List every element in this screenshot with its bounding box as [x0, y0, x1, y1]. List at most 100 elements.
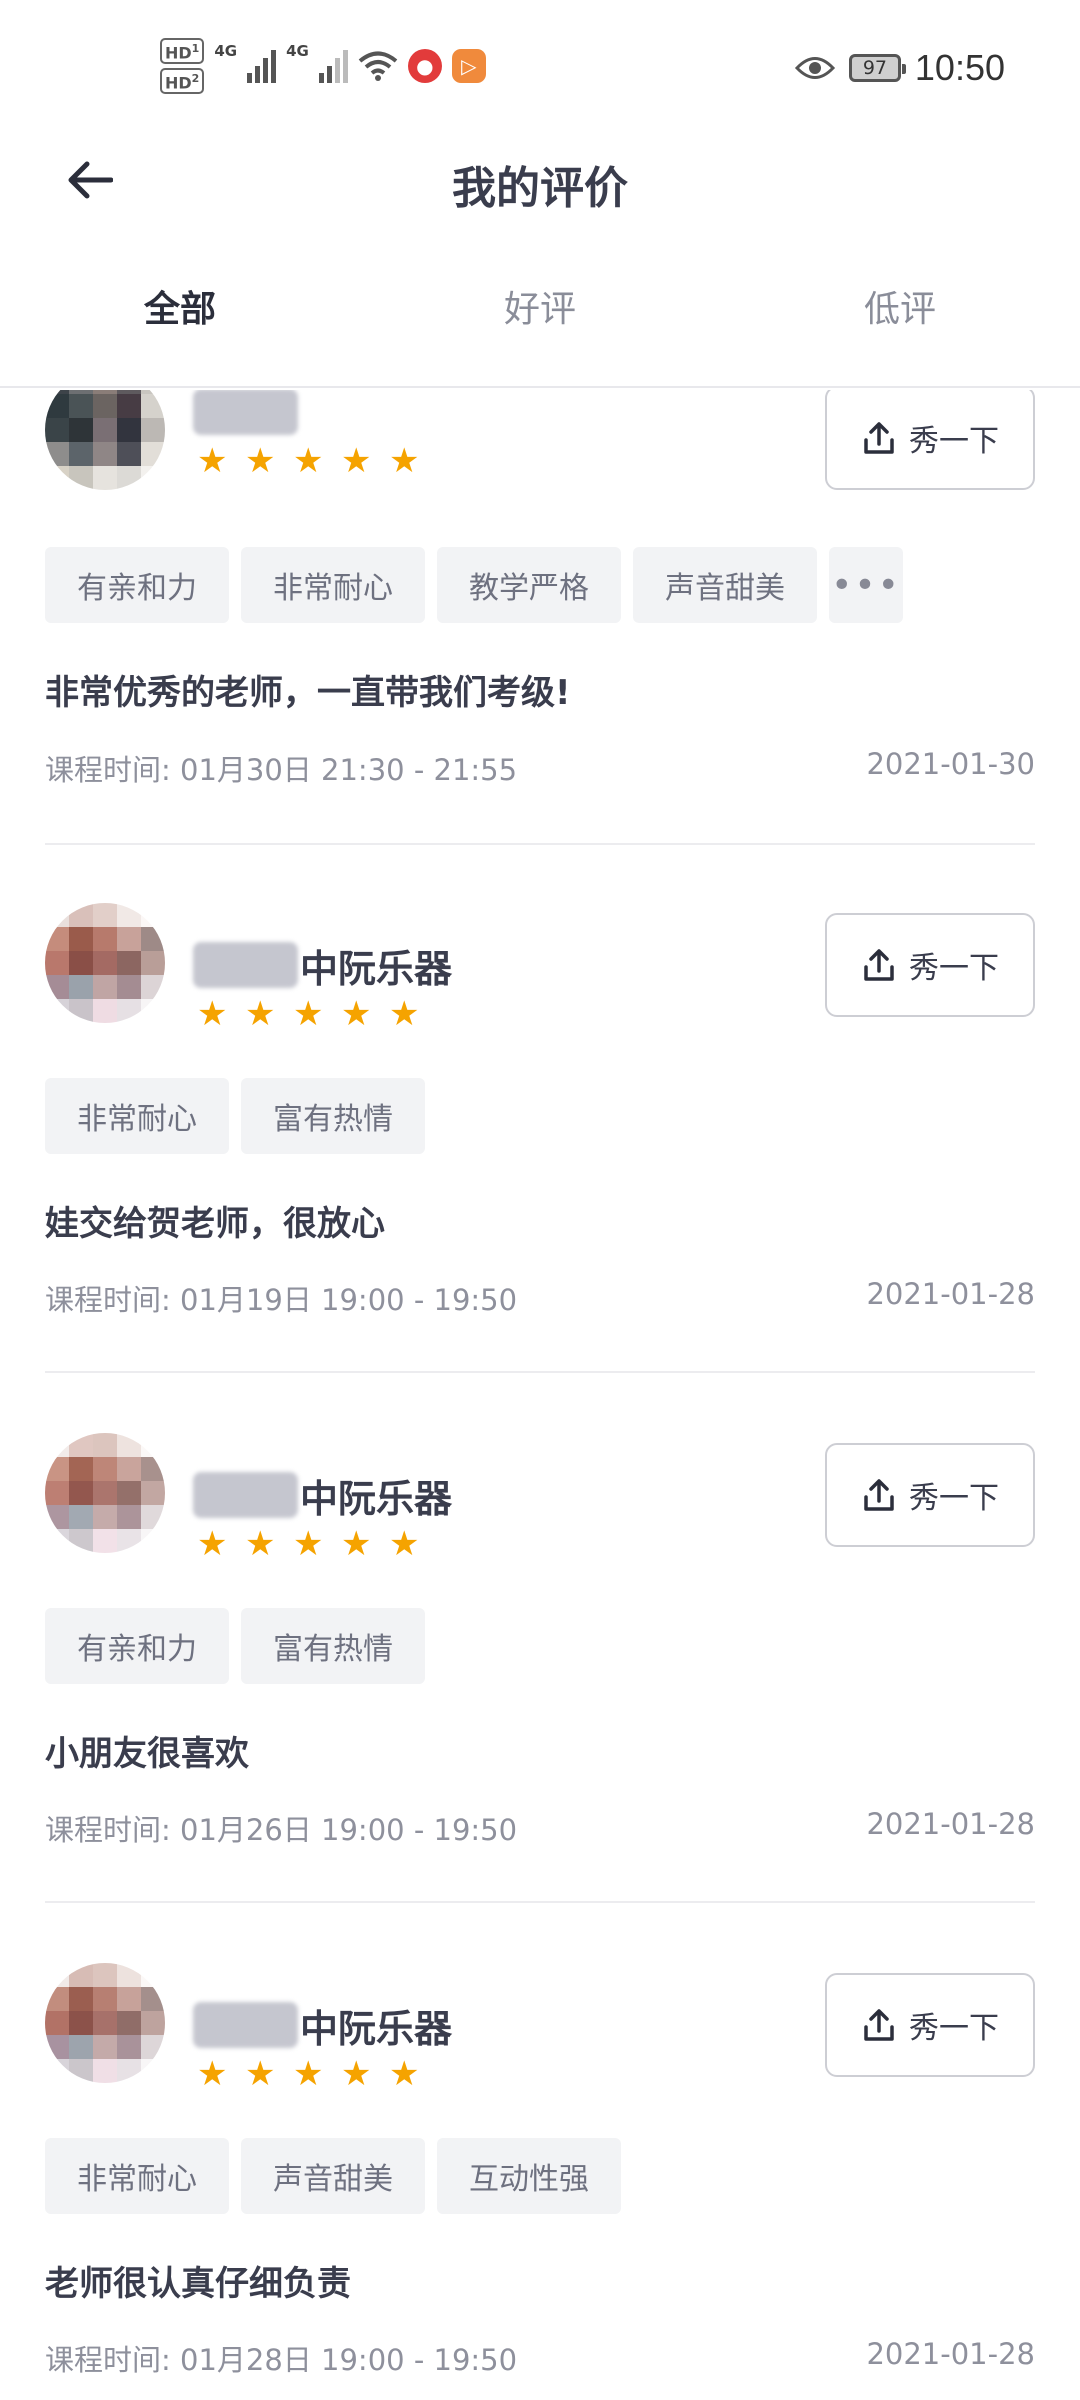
signal-strength-2-icon [318, 49, 348, 83]
share-button[interactable]: 秀一下 [825, 390, 1035, 490]
tag: 非常耐心 [45, 2138, 229, 2214]
network-type-2: 4G [286, 42, 309, 60]
tab-good[interactable]: 好评 [360, 270, 720, 386]
video-app-icon: ▷ [451, 49, 486, 83]
tag: 教学严格 [437, 547, 621, 623]
filter-tabs: 全部 好评 低评 [0, 270, 1080, 388]
network-type-1: 4G [214, 42, 238, 60]
tag-list: 非常耐心 富有热情 [45, 1078, 425, 1154]
wifi-icon [358, 51, 398, 81]
hd2-sub: 2 [191, 72, 200, 85]
share-button[interactable]: 秀一下 [825, 913, 1035, 1017]
status-left: HD1 HD2 4G 4G ● ▷ [160, 36, 486, 96]
teacher-name: 中阮乐器 [300, 946, 453, 991]
tag-list: 非常耐心 声音甜美 互动性强 [45, 2138, 621, 2214]
avatar [45, 1963, 165, 2083]
review-list[interactable]: ★ ★ ★ ★ ★ 秀一下 有亲和力 非常耐心 教学严格 声音甜美 ••• 非常优秀的老… [0, 390, 1080, 2400]
name-redaction [193, 2002, 298, 2048]
more-tags-button[interactable]: ••• [829, 547, 903, 623]
name-redaction [193, 390, 298, 435]
star-icon: ★ [197, 1524, 228, 1564]
avatar [45, 1433, 165, 1553]
tag: 声音甜美 [241, 2138, 425, 2214]
star-icon: ★ [197, 994, 228, 1034]
course-time-label: 课程时间: [45, 1813, 180, 1847]
hd1-indicator: HD1 [160, 37, 205, 64]
tab-low[interactable]: 低评 [720, 270, 1080, 386]
name-redaction [193, 1472, 298, 1518]
tab-all[interactable]: 全部 [0, 270, 360, 386]
share-button[interactable]: 秀一下 [825, 1443, 1035, 1547]
review-card: 中阮乐器 ★ ★ ★ ★ ★ 秀一下 有亲和力 富有热情 小朋友很喜欢 课程时间: 01… [45, 1373, 1035, 1903]
star-rating: ★ ★ ★ ★ ★ [197, 1524, 421, 1564]
course-time-value: 01月30日 21:30 - 21:55 [180, 753, 518, 787]
star-icon: ★ [341, 1524, 372, 1564]
review-card: 中阮乐器 ★ ★ ★ ★ ★ 秀一下 非常耐心 富有热情 娃交给贺老师，很放心 课程时间… [45, 843, 1035, 1373]
avatar [45, 390, 165, 490]
share-label: 秀一下 [909, 951, 999, 986]
review-meta: 课程时间: 01月28日 19:00 - 19:50 2021-01-28 [45, 2337, 1035, 2379]
star-icon: ★ [245, 1524, 276, 1564]
course-time: 课程时间: 01月28日 19:00 - 19:50 [45, 2337, 517, 2379]
teacher-name-row: 中阮乐器 [193, 1995, 452, 2055]
battery-level: 97 [862, 57, 887, 79]
review-date: 2021-01-30 [866, 747, 1035, 781]
star-rating: ★ ★ ★ ★ ★ [197, 2054, 421, 2094]
star-icon: ★ [197, 441, 228, 481]
hd-indicators: HD1 HD2 [160, 37, 205, 95]
clock: 10:50 [914, 47, 1005, 88]
signal-strength-1-icon [247, 49, 277, 83]
hd2-indicator: HD2 [160, 68, 205, 95]
share-upload-icon [864, 949, 894, 981]
course-time: 课程时间: 01月26日 19:00 - 19:50 [45, 1807, 517, 1849]
tag: 有亲和力 [45, 547, 229, 623]
review-date: 2021-01-28 [866, 2337, 1035, 2371]
star-icon: ★ [341, 441, 372, 481]
course-time-value: 01月26日 19:00 - 19:50 [180, 1813, 518, 1847]
tag: 互动性强 [437, 2138, 621, 2214]
teacher-name-row: 中阮乐器 [193, 1465, 452, 1525]
eye-comfort-icon [794, 57, 835, 79]
course-time-label: 课程时间: [45, 2343, 180, 2377]
tag: 有亲和力 [45, 1608, 229, 1684]
star-icon: ★ [341, 994, 372, 1034]
review-meta: 课程时间: 01月26日 19:00 - 19:50 2021-01-28 [45, 1807, 1035, 1849]
star-icon: ★ [389, 1524, 420, 1564]
share-label: 秀一下 [909, 424, 999, 459]
share-upload-icon [864, 1479, 894, 1511]
star-icon: ★ [389, 994, 420, 1034]
course-time-value: 01月19日 19:00 - 19:50 [180, 1283, 518, 1317]
avatar [45, 903, 165, 1023]
review-meta: 课程时间: 01月30日 21:30 - 21:55 2021-01-30 [45, 747, 1035, 789]
star-icon: ★ [293, 2054, 324, 2094]
teacher-name: 中阮乐器 [300, 2006, 453, 2051]
notification-app-icon: ● [407, 49, 442, 83]
star-icon: ★ [197, 2054, 228, 2094]
review-comment: 非常优秀的老师，一直带我们考级! [45, 673, 571, 713]
review-card: ★ ★ ★ ★ ★ 秀一下 有亲和力 非常耐心 教学严格 声音甜美 ••• 非常优秀的老… [45, 390, 1035, 920]
share-button[interactable]: 秀一下 [825, 1973, 1035, 2077]
name-redaction [193, 942, 298, 988]
app-header: 我的评价 [0, 130, 1080, 230]
share-upload-icon [864, 2009, 894, 2041]
star-rating: ★ ★ ★ ★ ★ [197, 441, 421, 481]
hd2-text: HD [165, 73, 192, 93]
review-date: 2021-01-28 [866, 1807, 1035, 1841]
review-date: 2021-01-28 [866, 1277, 1035, 1311]
review-meta: 课程时间: 01月19日 19:00 - 19:50 2021-01-28 [45, 1277, 1035, 1319]
share-upload-icon [864, 422, 894, 454]
teacher-name-row: 中阮乐器 [193, 935, 452, 995]
review-card: 中阮乐器 ★ ★ ★ ★ ★ 秀一下 非常耐心 声音甜美 互动性强 老师很认真仔细负责 … [45, 1903, 1035, 2400]
review-comment: 娃交给贺老师，很放心 [45, 1204, 385, 1244]
course-time-label: 课程时间: [45, 1283, 180, 1317]
teacher-name-row [193, 390, 300, 442]
star-icon: ★ [389, 2054, 420, 2094]
course-time: 课程时间: 01月30日 21:30 - 21:55 [45, 747, 517, 789]
share-label: 秀一下 [909, 2011, 999, 2046]
hd1-sub: 1 [191, 41, 200, 55]
tag: 非常耐心 [241, 547, 425, 623]
star-icon: ★ [293, 441, 324, 481]
battery-icon: 97 [848, 54, 906, 82]
star-icon: ★ [293, 1524, 324, 1564]
tag: 富有热情 [241, 1608, 425, 1684]
